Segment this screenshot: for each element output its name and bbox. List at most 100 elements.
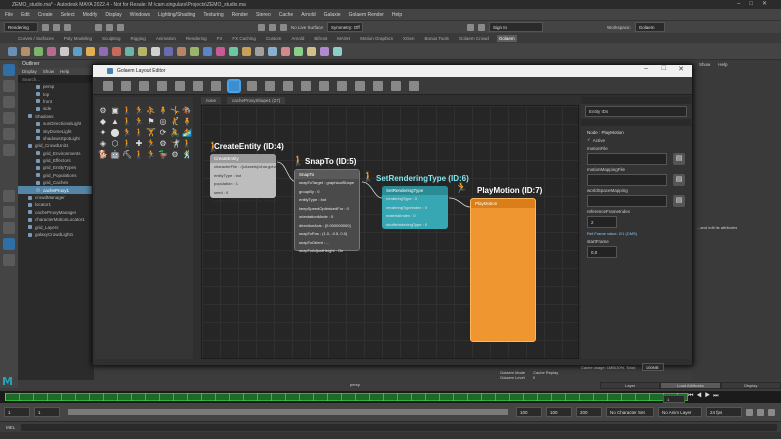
- graph-tab[interactable]: cacheProxyShape1 (27): [227, 96, 286, 104]
- shelf-tool-icon[interactable]: [8, 46, 17, 56]
- outliner-item[interactable]: locator1: [18, 201, 94, 208]
- node-setrenderingtype[interactable]: SetRenderingType renderingType : 0 render…: [382, 186, 448, 229]
- menu-lighting-shading[interactable]: Lighting/Shading: [158, 12, 195, 18]
- current-frame-field[interactable]: 1: [663, 395, 685, 403]
- move-tool-icon[interactable]: [3, 112, 15, 124]
- behavior-icon[interactable]: ⚙: [98, 106, 108, 115]
- behavior-icon[interactable]: 🦆: [158, 150, 168, 159]
- shelf-tab[interactable]: Animation: [154, 35, 178, 42]
- browse-file-icon[interactable]: ▤: [673, 195, 685, 207]
- behavior-icon[interactable]: 🏃: [146, 139, 156, 148]
- shelf-tool-icon[interactable]: [164, 46, 173, 56]
- layout-two-icon[interactable]: [3, 222, 15, 234]
- behavior-icon[interactable]: 🚶: [122, 106, 132, 115]
- outliner-item[interactable]: cacheProxy1: [18, 186, 94, 194]
- field-value[interactable]: 2: [591, 220, 594, 225]
- field-input[interactable]: [587, 195, 667, 207]
- shelf-tab[interactable]: Curves / Surfaces: [16, 35, 56, 42]
- frame-icon[interactable]: [247, 80, 257, 91]
- side-panel-tab[interactable]: Show: [699, 62, 710, 67]
- outliner-item[interactable]: shadowsSpotLight: [18, 135, 94, 142]
- inspector-search[interactable]: Entity IDs: [585, 106, 687, 117]
- layout-c-icon[interactable]: [355, 80, 365, 91]
- bottom-tab[interactable]: Layer: [600, 381, 661, 389]
- shelf-tool-icon[interactable]: [34, 46, 43, 56]
- active-checkbox[interactable]: ✓ Active: [581, 136, 691, 144]
- playback-controls[interactable]: ⏮◀▶⏭: [688, 393, 722, 400]
- field-input[interactable]: 0,0: [587, 246, 617, 258]
- menu-cache[interactable]: Cache: [279, 12, 293, 18]
- save-layout-icon[interactable]: [139, 80, 149, 91]
- anim-layer-dropdown[interactable]: No Anim Layer: [658, 407, 702, 417]
- shelf-tab[interactable]: Motion Graphics: [358, 35, 395, 42]
- shelf-tab[interactable]: Bonus Tools: [422, 35, 450, 42]
- behavior-icon[interactable]: 🕺: [182, 150, 192, 159]
- shelf-tool-icon[interactable]: [86, 46, 95, 56]
- prefs-icon[interactable]: [768, 408, 775, 416]
- browse-file-icon[interactable]: ▤: [673, 153, 685, 165]
- new-layout-icon[interactable]: [103, 80, 113, 91]
- behavior-icon[interactable]: ▣: [110, 106, 120, 115]
- field-input[interactable]: [587, 174, 667, 186]
- outliner-item[interactable]: cacheProxyManager: [18, 209, 94, 216]
- menu-render[interactable]: Render: [232, 12, 248, 18]
- node-snapto[interactable]: SnapTo snapToTarget : graphicalShape grou…: [294, 169, 360, 253]
- shelf-tab[interactable]: Rendering: [184, 35, 209, 42]
- shelf-tool-icon[interactable]: [60, 46, 69, 56]
- close-icon[interactable]: ✕: [678, 65, 684, 73]
- outliner-menu-item[interactable]: Show: [43, 69, 54, 74]
- workspace-dropdown[interactable]: Golaem: [634, 22, 665, 32]
- node-createentity[interactable]: CreateEntity characterFile : /{cAssets}/…: [210, 154, 276, 203]
- outliner-item[interactable]: skyDomeLight: [18, 127, 94, 134]
- menu-arnold[interactable]: Arnold: [301, 12, 315, 18]
- behavior-icon[interactable]: 🏃: [146, 150, 156, 159]
- node-playmotion[interactable]: PlayMotion: [470, 198, 536, 342]
- outliner-item[interactable]: grid_Effectors: [18, 157, 94, 164]
- shelf-tool-icon[interactable]: [190, 46, 199, 56]
- behavior-icon[interactable]: 🚶: [134, 128, 144, 137]
- end-frame-field[interactable]: 100: [546, 407, 572, 417]
- outliner-item[interactable]: Shadows: [18, 113, 94, 120]
- outliner-menu-item[interactable]: Display: [22, 69, 37, 74]
- shelf-tab[interactable]: Golaem: [496, 34, 517, 42]
- field-input[interactable]: 2: [587, 216, 617, 228]
- search-icon[interactable]: [301, 80, 311, 91]
- audio-icon[interactable]: [757, 408, 764, 416]
- outliner-item[interactable]: front: [18, 98, 94, 105]
- menu-edit[interactable]: Edit: [21, 12, 30, 18]
- fps-dropdown[interactable]: 24 fps: [706, 407, 742, 417]
- shelf-tool-icon[interactable]: [333, 46, 342, 56]
- layout-single-icon[interactable]: [3, 190, 15, 202]
- shelf-tool-icon[interactable]: [255, 46, 264, 56]
- outliner-item[interactable]: characterMotionLocator1: [18, 216, 94, 223]
- open-scene-icon[interactable]: [53, 23, 60, 31]
- shelf-tool-icon[interactable]: [47, 46, 56, 56]
- shelf-tool-icon[interactable]: [268, 46, 277, 56]
- start-inner-field[interactable]: 1: [34, 407, 60, 417]
- behavior-icon[interactable]: 🤾: [170, 117, 180, 126]
- magnifier-icon[interactable]: [3, 254, 15, 266]
- behavior-icon[interactable]: 🤖: [110, 150, 120, 159]
- character-set-dropdown[interactable]: No Character Set: [606, 407, 654, 417]
- select-tool-icon[interactable]: [3, 64, 15, 76]
- shelf-tool-icon[interactable]: [73, 46, 82, 56]
- behavior-icon[interactable]: 🚶: [182, 139, 192, 148]
- shelf-tool-icon[interactable]: [229, 46, 238, 56]
- lasso-tool-icon[interactable]: [3, 80, 15, 92]
- behavior-icon[interactable]: 🤺: [170, 139, 180, 148]
- bottom-tab[interactable]: Display: [720, 381, 781, 389]
- minimize-icon[interactable]: –: [644, 65, 648, 72]
- select-icon[interactable]: [95, 23, 102, 31]
- ipr-icon[interactable]: [478, 23, 486, 31]
- menu-display[interactable]: Display: [105, 12, 121, 18]
- behavior-icon[interactable]: 🏃: [134, 117, 144, 126]
- end2-frame-field[interactable]: 200: [576, 407, 602, 417]
- lasso-icon[interactable]: [106, 23, 113, 31]
- command-lang[interactable]: MEL: [6, 425, 15, 430]
- outliner-item[interactable]: grid_Caches: [18, 179, 94, 186]
- shelf-tab[interactable]: Poly Modeling: [62, 35, 94, 42]
- start-frame-field[interactable]: 1: [4, 407, 30, 417]
- maximize-icon[interactable]: □: [662, 65, 666, 72]
- browse-file-icon[interactable]: ▤: [673, 174, 685, 186]
- menu-help[interactable]: Help: [392, 12, 402, 18]
